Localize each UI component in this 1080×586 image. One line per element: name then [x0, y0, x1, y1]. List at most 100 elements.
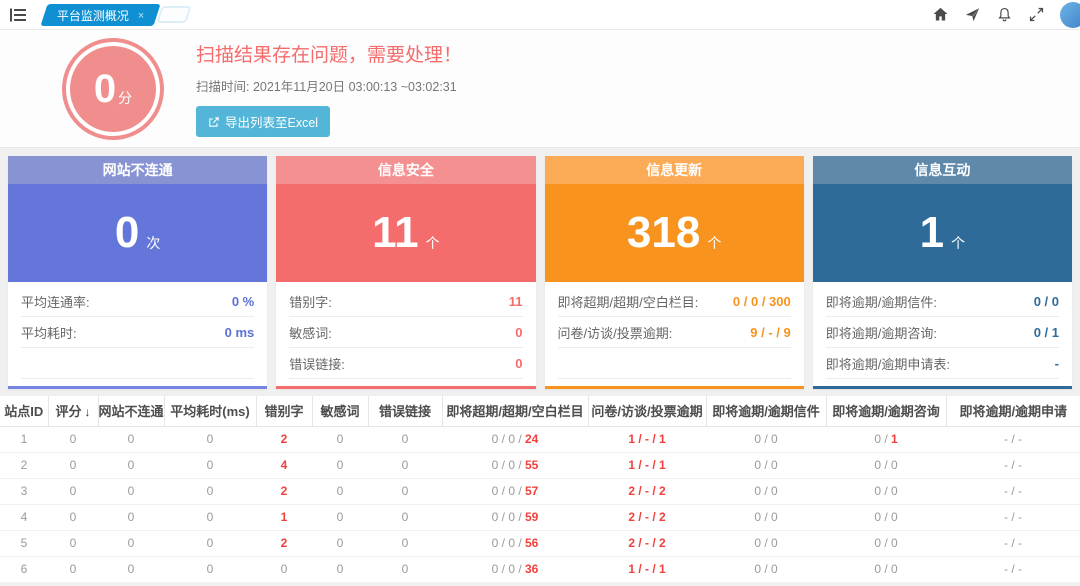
- stat-row: 即将逾期/逾期申请表:-: [826, 348, 1059, 379]
- stat-label: 敏感词:: [289, 323, 332, 342]
- stat-label: 问卷/访谈/投票逾期:: [558, 323, 673, 342]
- table-header-cell[interactable]: 敏感词: [312, 396, 368, 426]
- table-cell: 0 / 0: [706, 504, 826, 530]
- table-cell: 0: [164, 556, 256, 582]
- cell-value-segment: 0: [337, 536, 344, 550]
- tab-platform-overview[interactable]: 平台监测概况 ×: [40, 4, 161, 26]
- bell-icon[interactable]: [996, 6, 1013, 23]
- stat-label: 即将超期/超期/空白栏目:: [558, 292, 699, 311]
- stat-row: 错别字:11: [289, 286, 522, 317]
- sort-descending-icon[interactable]: ↓: [85, 405, 91, 419]
- table-cell: 0: [312, 530, 368, 556]
- table-header-label: 即将逾期/逾期咨询: [832, 404, 940, 419]
- cell-value-segment: 1 / - / 1: [628, 458, 665, 472]
- cell-value-segment: 0: [70, 484, 77, 498]
- table-header-cell[interactable]: 即将逾期/逾期信件: [706, 396, 826, 426]
- table-cell: 0 / 0: [826, 556, 946, 582]
- table-cell: 0 / 0 / 56: [442, 530, 588, 556]
- table-header-cell[interactable]: 平均耗时(ms): [164, 396, 256, 426]
- table-cell: 0: [48, 426, 98, 452]
- cell-value-segment: 0: [402, 536, 409, 550]
- table-header-cell[interactable]: 站点ID: [0, 396, 48, 426]
- stat-label: 即将逾期/逾期信件:: [826, 292, 937, 311]
- stat-label: 即将逾期/逾期申请表:: [826, 354, 950, 373]
- cell-value-segment: 1 / - / 1: [628, 432, 665, 446]
- cell-value-segment: 0 / 0: [874, 458, 897, 472]
- table-cell: 2 / - / 2: [588, 504, 706, 530]
- cell-value-segment: 0: [128, 458, 135, 472]
- card-title: 信息安全: [276, 156, 535, 184]
- export-button-label: 导出列表至Excel: [225, 112, 318, 131]
- table-header-cell[interactable]: 即将逾期/逾期申请: [946, 396, 1080, 426]
- cell-value-segment: - / -: [1004, 484, 1022, 498]
- score-circle: 0 分: [62, 38, 164, 140]
- tab-label: 平台监测概况: [57, 6, 129, 23]
- export-icon: [208, 116, 220, 128]
- table-cell: 0 / 0 / 57: [442, 478, 588, 504]
- card-stats: 即将逾期/逾期信件:0 / 0即将逾期/逾期咨询:0 / 1即将逾期/逾期申请表…: [813, 282, 1072, 386]
- card-stats: 即将超期/超期/空白栏目:0 / 0 / 300问卷/访谈/投票逾期:9 / -…: [545, 282, 804, 386]
- table-header-cell[interactable]: 网站不连通: [98, 396, 164, 426]
- stat-row: [21, 348, 254, 379]
- cell-value-segment: 0: [402, 562, 409, 576]
- card-value: 0: [115, 211, 139, 255]
- stat-row: 即将逾期/逾期信件:0 / 0: [826, 286, 1059, 317]
- table-cell: - / -: [946, 478, 1080, 504]
- cell-value-segment: 0 / 0: [754, 432, 777, 446]
- table-header-cell[interactable]: 问卷/访谈/投票逾期: [588, 396, 706, 426]
- cell-value-segment: 5: [21, 536, 28, 550]
- table-cell: - / -: [946, 530, 1080, 556]
- cell-value-segment: 2: [281, 484, 288, 498]
- table-cell: - / -: [946, 556, 1080, 582]
- cell-value-segment: 2: [281, 536, 288, 550]
- cell-value-segment: 2: [21, 458, 28, 472]
- table-cell: 1 / - / 1: [588, 452, 706, 478]
- expand-icon[interactable]: [1028, 6, 1045, 23]
- table-cell: 0: [312, 426, 368, 452]
- table-cell: 2: [0, 452, 48, 478]
- cell-value-segment: 2: [281, 432, 288, 446]
- export-excel-button[interactable]: 导出列表至Excel: [196, 106, 330, 137]
- table-cell: 0: [368, 530, 442, 556]
- cell-value-segment: 2 / - / 2: [628, 510, 665, 524]
- table-header-cell[interactable]: 即将逾期/逾期咨询: [826, 396, 946, 426]
- scan-summary: 0 分 扫描结果存在问题，需要处理！ 扫描时间: 2021年11月20日 03:…: [0, 30, 1080, 148]
- summary-card: 信息更新318个即将超期/超期/空白栏目:0 / 0 / 300问卷/访谈/投票…: [545, 156, 804, 389]
- home-icon[interactable]: [932, 6, 949, 23]
- cell-value-segment: 0: [207, 510, 214, 524]
- table-header-cell[interactable]: 评分↓: [48, 396, 98, 426]
- cell-value-segment: 6: [21, 562, 28, 576]
- cell-value-segment: 0: [281, 562, 288, 576]
- cell-value-segment: 0: [207, 536, 214, 550]
- table-row: 20004000 / 0 / 551 / - / 10 / 00 / 0- / …: [0, 452, 1080, 478]
- table-cell: 0: [48, 504, 98, 530]
- cell-value-segment: 0 / 0 /: [492, 510, 525, 524]
- cell-value-segment: 0 / 0: [754, 510, 777, 524]
- table-header-cell[interactable]: 即将超期/超期/空白栏目: [442, 396, 588, 426]
- user-avatar[interactable]: [1060, 2, 1080, 28]
- cell-value-segment: 0: [402, 484, 409, 498]
- tab-close-icon[interactable]: ×: [138, 9, 144, 21]
- cell-value-segment: 0: [70, 510, 77, 524]
- cell-value-segment: 1: [281, 510, 288, 524]
- scan-time: 扫描时间: 2021年11月20日 03:00:13 ~03:02:31: [196, 76, 462, 95]
- stat-value: 0 %: [232, 294, 254, 309]
- table-cell: 0: [164, 478, 256, 504]
- table-row: 40001000 / 0 / 592 / - / 20 / 00 / 0- / …: [0, 504, 1080, 530]
- table-cell: 0: [98, 504, 164, 530]
- table-row: 50002000 / 0 / 562 / - / 20 / 00 / 0- / …: [0, 530, 1080, 556]
- send-icon[interactable]: [964, 6, 981, 23]
- table-header-cell[interactable]: 错误链接: [368, 396, 442, 426]
- card-value: 318: [627, 211, 700, 255]
- card-value: 1: [920, 211, 944, 255]
- cell-value-segment: 0 / 0: [874, 484, 897, 498]
- table-header-label: 敏感词: [320, 404, 359, 419]
- table-header-cell[interactable]: 错别字: [256, 396, 312, 426]
- card-value: 11: [372, 211, 419, 255]
- card-accent-bar: [276, 386, 535, 389]
- cell-value-segment: 0 / 0: [754, 484, 777, 498]
- table-cell: 0 / 0: [706, 452, 826, 478]
- menu-icon[interactable]: [8, 5, 28, 25]
- table-cell: 0: [312, 452, 368, 478]
- table-cell: 0 / 0: [826, 504, 946, 530]
